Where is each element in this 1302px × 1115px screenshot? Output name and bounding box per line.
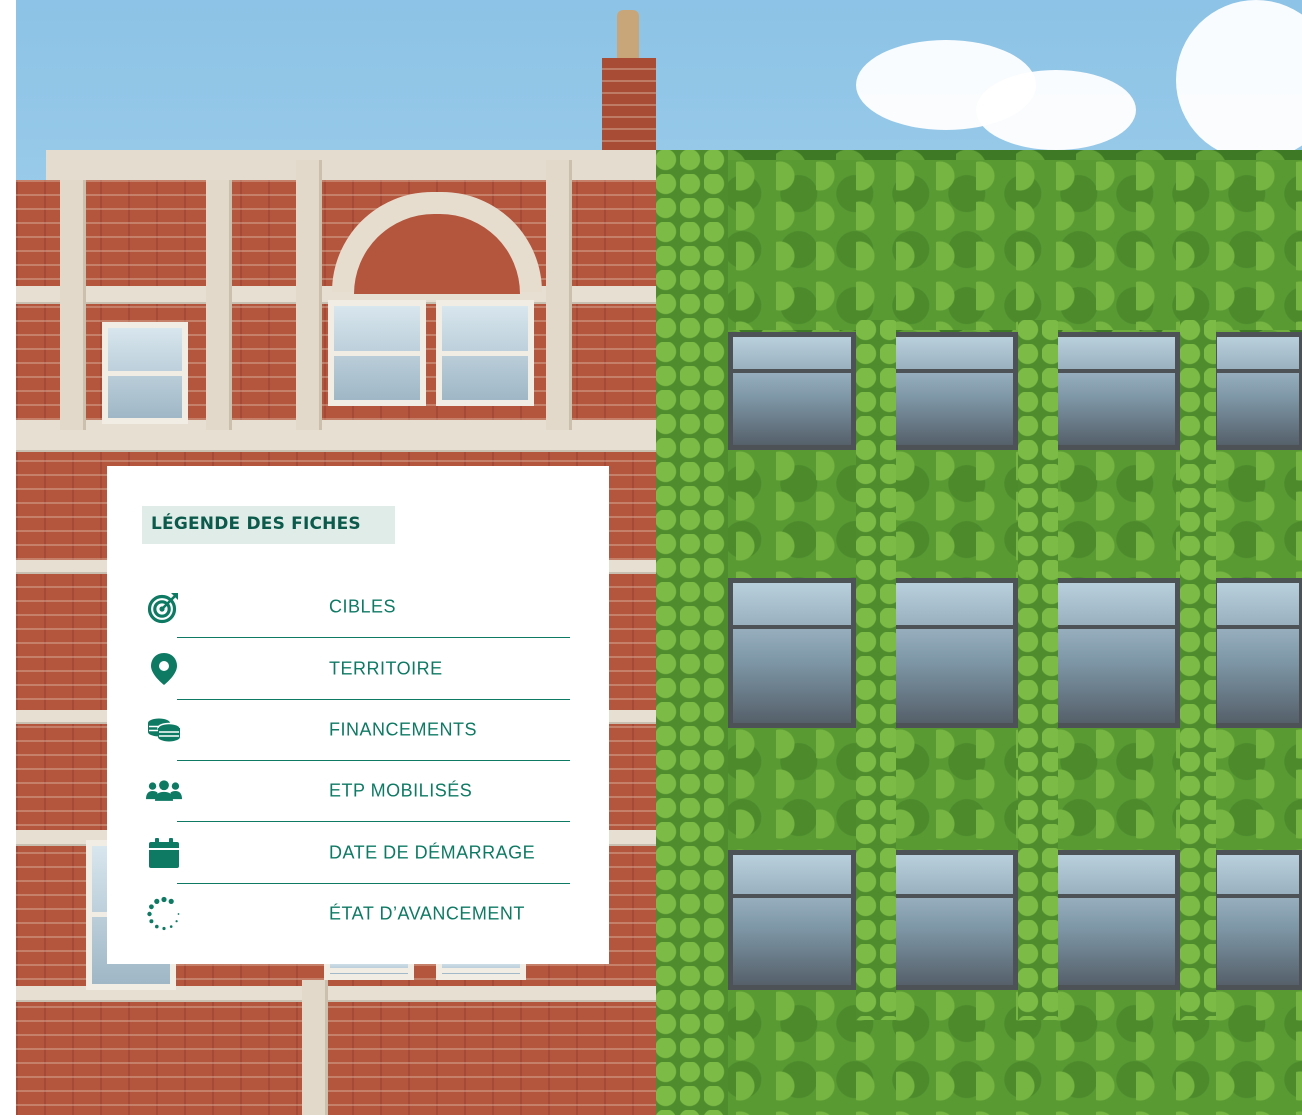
legend-item-cibles: CIBLES — [142, 576, 570, 637]
legend-item-date-de-demarrage: DATE DE DÉMARRAGE — [142, 822, 570, 883]
people-icon — [146, 773, 182, 809]
stone-pilaster — [302, 980, 328, 1115]
window — [1052, 332, 1180, 450]
legend-item-etp-mobilises: ETP MOBILISÉS — [142, 760, 570, 821]
foliage-column — [1018, 320, 1058, 1020]
foliage-column — [856, 320, 896, 1020]
window — [1212, 578, 1302, 728]
window — [436, 300, 534, 406]
legend-item-label: ÉTAT D’AVANCEMENT — [329, 903, 525, 923]
stone-pilaster — [60, 180, 86, 430]
foliage-band — [656, 160, 1302, 330]
window — [728, 850, 856, 990]
window — [328, 300, 426, 406]
window — [890, 578, 1018, 728]
legend-item-etat-d-avancement: ÉTAT D’AVANCEMENT — [142, 883, 570, 944]
stone-pilaster — [546, 160, 572, 430]
window — [728, 332, 856, 450]
window — [1052, 578, 1180, 728]
stone-pilaster — [206, 180, 232, 430]
window — [728, 578, 856, 728]
foliage-column — [656, 150, 728, 1115]
window — [102, 322, 188, 424]
target-icon — [146, 589, 182, 625]
legend-item-financements: FINANCEMENTS — [142, 699, 570, 760]
window — [1212, 850, 1302, 990]
legend-card: LÉGENDE DES FICHES CIBLES TERRITOIRE FIN… — [107, 466, 609, 964]
legend-item-label: CIBLES — [329, 596, 397, 616]
legend-item-territoire: TERRITOIRE — [142, 638, 570, 699]
legend-title: LÉGENDE DES FICHES — [151, 514, 361, 534]
window — [890, 332, 1018, 450]
cloud — [1176, 0, 1302, 160]
progress-spinner-icon — [146, 896, 182, 932]
foliage-column — [1180, 320, 1216, 1020]
map-pin-icon — [146, 651, 182, 687]
legend-item-label: DATE DE DÉMARRAGE — [329, 842, 536, 862]
coins-icon — [146, 712, 182, 748]
legend-item-label: ETP MOBILISÉS — [329, 780, 473, 800]
window — [1212, 332, 1302, 450]
window — [890, 850, 1018, 990]
legend-item-label: FINANCEMENTS — [329, 719, 478, 739]
chimney-pot — [617, 10, 639, 60]
window — [1052, 850, 1180, 990]
stone-pilaster — [296, 160, 322, 430]
calendar-icon — [146, 835, 182, 871]
legend-item-label: TERRITOIRE — [329, 658, 443, 678]
cloud — [976, 70, 1136, 150]
